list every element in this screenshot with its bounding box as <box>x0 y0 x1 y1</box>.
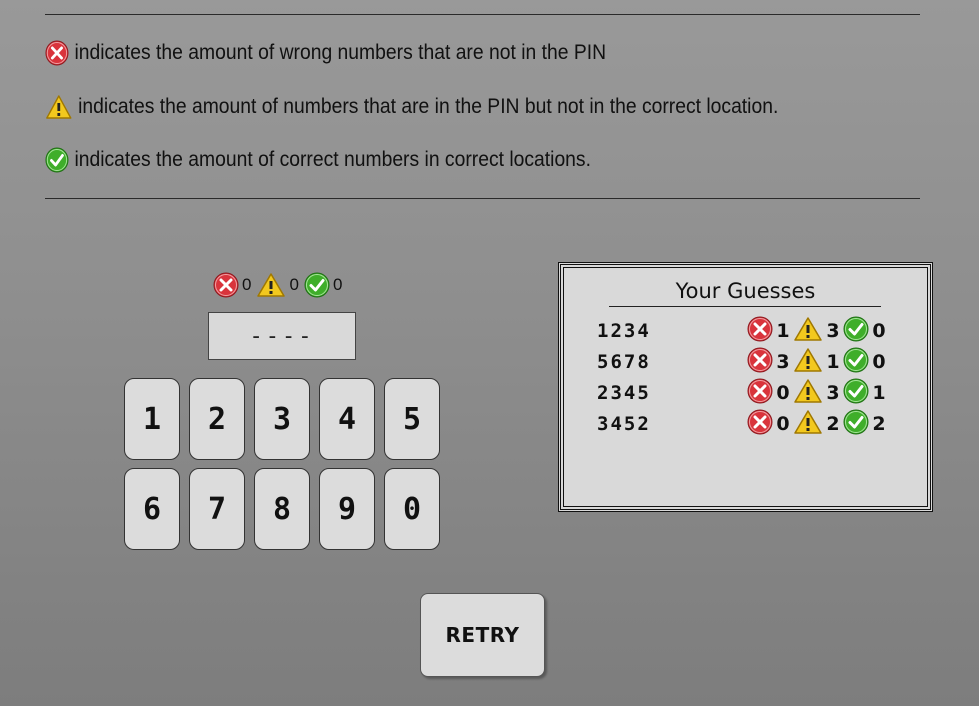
check-circle-icon <box>843 316 869 347</box>
guess-feedback: 0 2 2 <box>747 409 889 440</box>
guess-wrong-count: 3 <box>776 351 790 373</box>
x-circle-icon <box>747 347 773 378</box>
current-misplaced-count: 0 <box>289 275 299 294</box>
guess-row: 3452 0 2 2 <box>597 409 897 440</box>
guess-correct-count: 1 <box>872 382 886 404</box>
guess-feedback: 0 3 1 <box>747 378 889 409</box>
x-circle-icon <box>747 316 773 347</box>
guess-misplaced-count: 3 <box>826 382 840 404</box>
guess-misplaced-count: 3 <box>826 320 840 342</box>
legend-misplaced-text: indicates the amount of numbers that are… <box>78 95 779 118</box>
legend-wrong: indicates the amount of wrong numbers th… <box>45 40 606 66</box>
legend-correct-text: indicates the amount of correct numbers … <box>74 148 591 171</box>
guess-feedback: 3 1 0 <box>747 347 889 378</box>
warning-icon <box>793 316 823 347</box>
warning-icon <box>793 347 823 378</box>
warning-icon <box>793 378 823 409</box>
current-correct-count: 0 <box>332 275 343 294</box>
check-circle-icon <box>843 347 869 378</box>
guesses-panel: Your Guesses 1234 1 3 0 5678 3 1 0 2345 … <box>558 262 933 512</box>
retry-button[interactable]: RETRY <box>420 593 545 677</box>
guess-row: 1234 1 3 0 <box>597 316 897 347</box>
key-4[interactable]: 4 <box>319 378 375 460</box>
key-8[interactable]: 8 <box>254 468 310 550</box>
warning-icon <box>256 272 286 298</box>
guess-correct-count: 2 <box>872 413 886 435</box>
guess-code: 3452 <box>597 413 651 435</box>
check-circle-icon <box>843 409 869 440</box>
key-2[interactable]: 2 <box>189 378 245 460</box>
guesses-title-underline <box>609 306 881 307</box>
x-circle-icon <box>213 272 239 298</box>
check-circle-icon <box>304 272 330 298</box>
guess-code: 1234 <box>597 320 651 342</box>
warning-icon <box>793 409 823 440</box>
guess-code: 2345 <box>597 382 651 404</box>
guess-wrong-count: 0 <box>776 413 790 435</box>
guess-feedback: 1 3 0 <box>747 316 889 347</box>
x-circle-icon <box>747 378 773 409</box>
x-circle-icon <box>747 409 773 440</box>
guess-row: 5678 3 1 0 <box>597 347 897 378</box>
guess-correct-count: 0 <box>872 351 886 373</box>
key-3[interactable]: 3 <box>254 378 310 460</box>
check-circle-icon <box>843 378 869 409</box>
key-0[interactable]: 0 <box>384 468 440 550</box>
warning-icon <box>45 94 73 120</box>
pin-display: ---- <box>208 312 356 360</box>
key-5[interactable]: 5 <box>384 378 440 460</box>
guess-misplaced-count: 1 <box>826 351 840 373</box>
guess-misplaced-count: 2 <box>826 413 840 435</box>
guesses-title: Your Guesses <box>675 279 816 303</box>
key-1[interactable]: 1 <box>124 378 180 460</box>
guess-correct-count: 0 <box>872 320 886 342</box>
key-9[interactable]: 9 <box>319 468 375 550</box>
current-feedback: 0 0 0 <box>213 272 347 298</box>
guess-row: 2345 0 3 1 <box>597 378 897 409</box>
bottom-divider <box>45 198 920 199</box>
x-circle-icon <box>45 40 69 66</box>
check-circle-icon <box>45 147 69 173</box>
guess-wrong-count: 0 <box>776 382 790 404</box>
guess-wrong-count: 1 <box>776 320 790 342</box>
legend-misplaced: indicates the amount of numbers that are… <box>45 94 778 120</box>
legend-wrong-text: indicates the amount of wrong numbers th… <box>74 41 607 64</box>
current-wrong-count: 0 <box>242 275 252 294</box>
guess-code: 5678 <box>597 351 651 373</box>
key-7[interactable]: 7 <box>189 468 245 550</box>
key-6[interactable]: 6 <box>124 468 180 550</box>
top-divider <box>45 14 920 15</box>
legend-correct: indicates the amount of correct numbers … <box>45 147 591 173</box>
